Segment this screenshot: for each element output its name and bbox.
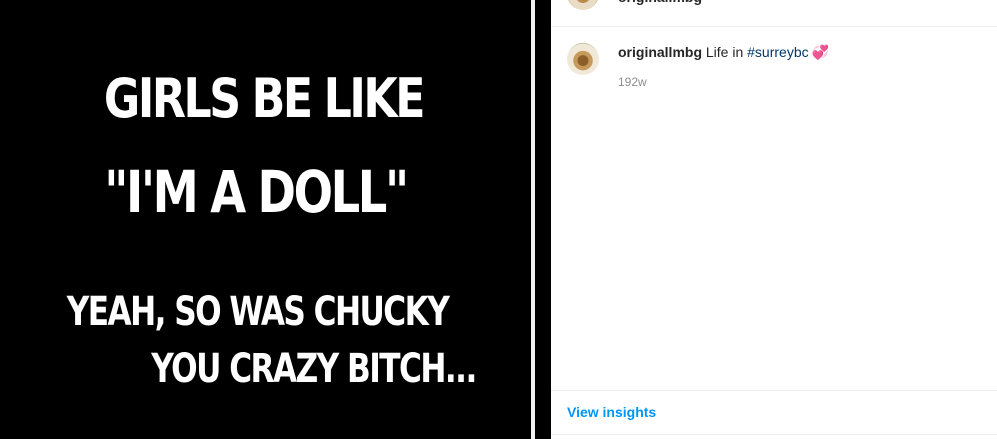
header-username[interactable]: originallmbg	[618, 0, 702, 5]
bottom-divider	[551, 434, 997, 435]
image-edge	[535, 0, 551, 439]
caption-hashtag[interactable]: #surreybc	[747, 44, 808, 60]
caption-username[interactable]: originallmbg	[618, 44, 702, 60]
two-hearts-icon: 💞	[811, 44, 830, 60]
footer-divider	[551, 390, 997, 391]
caption: originallmbg Life in #surreybc 💞	[618, 44, 829, 61]
post-header: originallmbg	[551, 0, 997, 27]
image-text-line-3: YEAH, SO WAS CHUCKY	[66, 289, 450, 335]
image-text-line-4: YOU CRAZY BITCH...	[151, 346, 477, 392]
post-image[interactable]: GIRLS BE LIKE "I'M A DOLL" YEAH, SO WAS …	[0, 0, 531, 439]
caption-avatar[interactable]	[567, 43, 599, 75]
caption-timestamp[interactable]: 192w	[618, 75, 647, 89]
header-avatar[interactable]	[567, 0, 599, 10]
view-insights-link[interactable]: View insights	[567, 404, 656, 420]
image-text-line-1: GIRLS BE LIKE	[103, 67, 426, 130]
image-text-line-2: "I'M A DOLL"	[104, 158, 409, 226]
post-side-panel: originallmbg originallmbg Life in #surre…	[551, 0, 997, 439]
caption-text: Life in	[702, 44, 748, 60]
